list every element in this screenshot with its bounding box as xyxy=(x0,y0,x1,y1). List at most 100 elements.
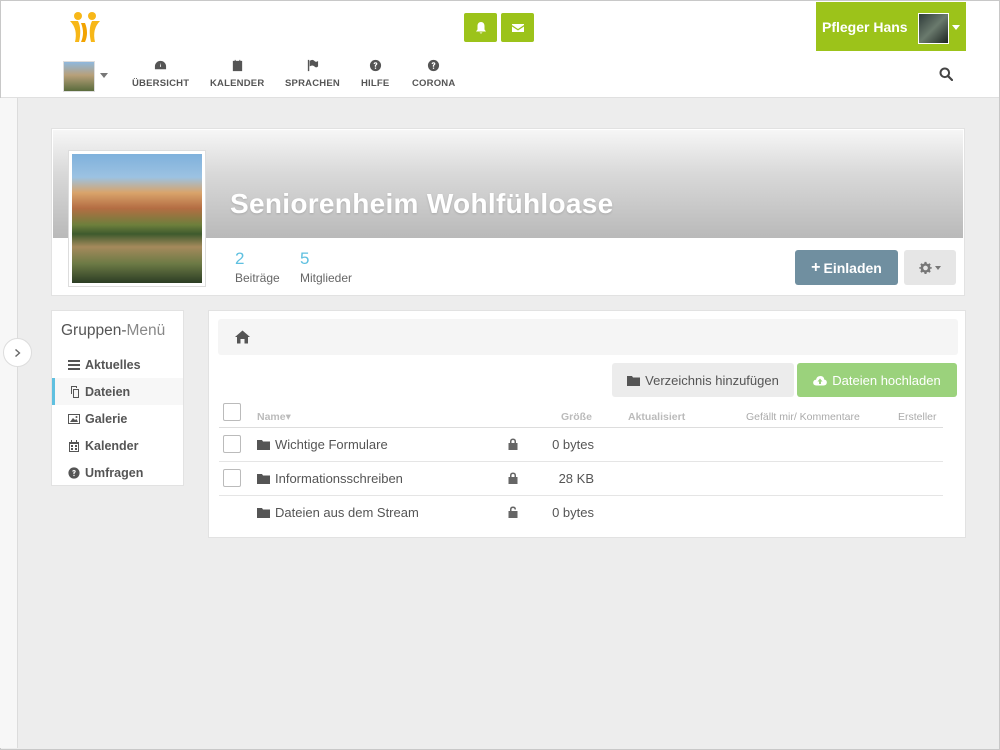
upload-files-label: Dateien hochladen xyxy=(832,372,941,388)
add-directory-button[interactable]: Verzeichnis hinzufügen xyxy=(612,363,794,397)
sort-down-icon: ▾ xyxy=(285,411,291,423)
stat-label: Beiträge xyxy=(235,271,280,285)
files-panel: Verzeichnis hinzufügen Dateien hochladen… xyxy=(208,310,966,538)
space-header: Seniorenheim Wohlfühloase 2 Beiträge 5 M… xyxy=(51,128,965,296)
main-nav: ÜBERSICHT KALENDER SPRACHEN HILFE CORONA xyxy=(1,51,999,98)
column-name-label: Name xyxy=(257,411,286,423)
column-header-likes[interactable]: Gefällt mir/ Kommentare xyxy=(746,411,860,423)
menu-item-gallery[interactable]: Galerie xyxy=(52,405,183,432)
space-chooser-avatar[interactable] xyxy=(63,61,95,92)
chevron-right-icon xyxy=(14,348,20,357)
menu-item-news[interactable]: Aktuelles xyxy=(52,351,183,378)
cloud-upload-icon xyxy=(813,375,828,385)
flag-icon xyxy=(307,59,319,72)
column-header-name[interactable]: Name▾ xyxy=(257,411,291,423)
menu-item-label: Galerie xyxy=(85,411,128,426)
menu-title-light: Menü xyxy=(126,322,166,339)
nav-label: ÜBERSICHT xyxy=(132,78,190,89)
space-settings-button[interactable] xyxy=(904,250,956,285)
nav-item-calendar[interactable]: KALENDER xyxy=(210,59,264,89)
menu-item-label: Kalender xyxy=(85,438,139,453)
calendar-icon xyxy=(232,59,242,72)
table-row[interactable]: Informationsschreiben 28 KB xyxy=(219,462,943,496)
file-size: 0 bytes xyxy=(552,505,594,520)
stat-value: 2 xyxy=(235,249,245,268)
file-name[interactable]: Informationsschreiben xyxy=(275,471,403,486)
nav-item-help[interactable]: HILFE xyxy=(361,59,389,89)
row-checkbox[interactable] xyxy=(223,469,241,487)
chevron-down-icon xyxy=(935,265,941,270)
column-header-creator[interactable]: Ersteller xyxy=(898,411,937,423)
app-logo-icon[interactable] xyxy=(67,11,103,43)
messages-button[interactable] xyxy=(501,13,534,42)
menu-item-label: Dateien xyxy=(85,384,131,399)
dashboard-icon xyxy=(155,60,167,70)
notifications-button[interactable] xyxy=(464,13,497,42)
table-row[interactable]: Dateien aus dem Stream 0 bytes xyxy=(219,496,943,530)
chevron-down-icon[interactable] xyxy=(100,73,108,78)
unlock-icon xyxy=(508,506,518,518)
folder-icon xyxy=(257,508,270,518)
space-profile-image[interactable] xyxy=(69,151,205,286)
folder-icon xyxy=(257,440,270,450)
nav-label: SPRACHEN xyxy=(285,78,340,89)
nav-item-languages[interactable]: SPRACHEN xyxy=(285,59,340,89)
select-all-checkbox[interactable] xyxy=(223,403,241,421)
list-icon xyxy=(68,359,80,370)
bell-icon xyxy=(475,21,486,33)
space-title: Seniorenheim Wohlfühloase xyxy=(230,188,614,219)
sidebar-toggle-button[interactable] xyxy=(3,338,32,367)
column-header-size[interactable]: Größe xyxy=(561,411,592,423)
menu-title-main: Gruppen- xyxy=(61,322,127,339)
file-name[interactable]: Dateien aus dem Stream xyxy=(275,505,419,520)
stat-label: Mitglieder xyxy=(300,271,353,285)
group-menu-title: Gruppen-Menü xyxy=(61,322,165,340)
lock-icon xyxy=(508,438,518,450)
search-icon[interactable] xyxy=(939,67,953,81)
files-icon xyxy=(71,385,79,398)
user-avatar xyxy=(918,13,949,44)
lock-icon xyxy=(508,472,518,484)
user-name: Pfleger Hans xyxy=(822,18,908,35)
row-checkbox[interactable] xyxy=(223,435,241,453)
invite-label: Einladen xyxy=(823,259,882,276)
folder-icon xyxy=(257,474,270,484)
nav-label: CORONA xyxy=(412,78,456,89)
menu-item-calendar[interactable]: Kalender xyxy=(52,432,183,459)
breadcrumb xyxy=(218,319,958,355)
home-icon[interactable] xyxy=(235,330,250,344)
question-circle-icon xyxy=(369,59,381,72)
user-menu[interactable]: Pfleger Hans xyxy=(816,2,966,51)
menu-item-files[interactable]: Dateien xyxy=(52,378,183,405)
column-header-updated[interactable]: Aktualisiert xyxy=(628,411,685,423)
table-row[interactable]: Wichtige Formulare 0 bytes xyxy=(219,428,943,462)
chevron-down-icon xyxy=(952,25,960,30)
upload-files-button[interactable]: Dateien hochladen xyxy=(797,363,957,397)
group-menu: Gruppen-Menü Aktuelles Dateien Galerie K… xyxy=(51,310,184,486)
left-sidebar-strip xyxy=(0,98,18,748)
stat-posts[interactable]: 2 Beiträge xyxy=(235,249,280,285)
plus-icon: + xyxy=(811,258,821,276)
envelope-icon xyxy=(511,23,524,32)
add-directory-label: Verzeichnis hinzufügen xyxy=(645,372,779,388)
folder-icon xyxy=(627,375,641,386)
invite-button[interactable]: + Einladen xyxy=(795,250,898,285)
file-name[interactable]: Wichtige Formulare xyxy=(275,437,388,452)
nav-label: KALENDER xyxy=(210,78,265,89)
question-circle-icon xyxy=(68,466,80,479)
menu-item-label: Umfragen xyxy=(85,465,144,480)
image-icon xyxy=(68,413,80,424)
stat-members[interactable]: 5 Mitglieder xyxy=(300,249,352,285)
menu-item-label: Aktuelles xyxy=(85,357,141,372)
nav-item-overview[interactable]: ÜBERSICHT xyxy=(132,59,189,89)
gear-icon xyxy=(919,261,932,274)
file-size: 28 KB xyxy=(558,471,594,486)
calendar-icon xyxy=(69,439,79,452)
top-bar: Pfleger Hans xyxy=(1,1,999,51)
menu-item-polls[interactable]: Umfragen xyxy=(52,459,183,486)
question-circle-icon xyxy=(428,59,440,72)
stat-value: 5 xyxy=(300,249,310,268)
file-size: 0 bytes xyxy=(552,437,594,452)
nav-item-corona[interactable]: CORONA xyxy=(412,59,455,89)
nav-label: HILFE xyxy=(361,78,390,89)
